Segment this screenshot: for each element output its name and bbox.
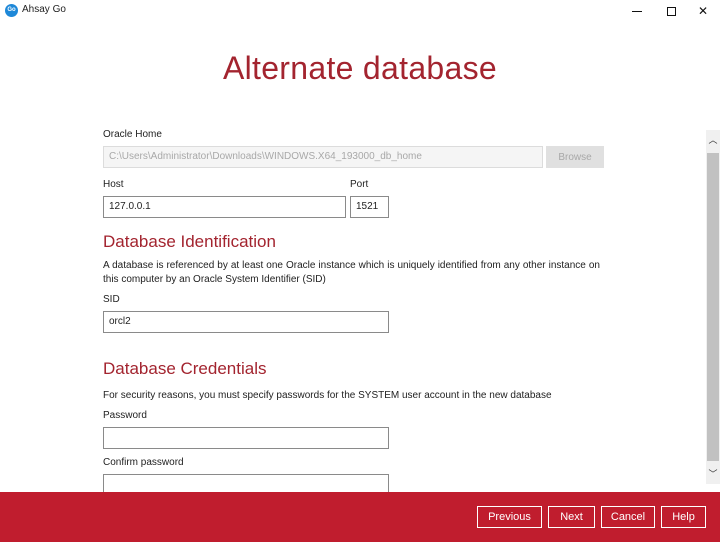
host-label: Host [103, 179, 124, 190]
port-input[interactable]: 1521 [350, 196, 389, 218]
oracle-home-input[interactable]: C:\Users\Administrator\Downloads\WINDOWS… [103, 146, 543, 168]
close-button[interactable]: ✕ [686, 0, 720, 22]
password-input[interactable] [103, 427, 389, 449]
maximize-button[interactable] [654, 0, 688, 22]
minimize-button[interactable] [620, 0, 654, 22]
sid-label: SID [103, 294, 120, 305]
next-button[interactable]: Next [548, 506, 595, 528]
title-bar: Go Ahsay Go ✕ [0, 0, 720, 22]
footer-bar: Previous Next Cancel Help [0, 492, 720, 542]
database-identification-heading: Database Identification [103, 232, 276, 251]
scroll-up-icon[interactable]: ︿ [706, 130, 720, 150]
oracle-home-label: Oracle Home [103, 129, 162, 140]
page-title: Alternate database [222, 50, 498, 86]
window-title: Ahsay Go [22, 4, 66, 15]
confirm-password-label: Confirm password [103, 457, 184, 468]
database-identification-description: A database is referenced by at least one… [103, 260, 600, 285]
vertical-scrollbar[interactable]: ︿ ﹀ [706, 130, 720, 484]
database-credentials-heading: Database Credentials [103, 359, 267, 378]
browse-button[interactable]: Browse [546, 146, 604, 168]
app-logo-icon: Go [5, 4, 18, 17]
minimize-icon [632, 10, 642, 12]
password-label: Password [103, 410, 147, 421]
port-label: Port [350, 179, 369, 190]
help-button[interactable]: Help [661, 506, 706, 528]
previous-button[interactable]: Previous [477, 506, 542, 528]
cancel-button[interactable]: Cancel [601, 506, 655, 528]
scroll-down-icon[interactable]: ﹀ [706, 464, 720, 484]
scroll-thumb[interactable] [707, 153, 719, 461]
close-icon: ✕ [697, 4, 709, 18]
database-credentials-description: For security reasons, you must specify p… [103, 390, 552, 401]
host-input[interactable]: 127.0.0.1 [103, 196, 346, 218]
maximize-icon [666, 6, 676, 16]
sid-input[interactable]: orcl2 [103, 311, 389, 333]
